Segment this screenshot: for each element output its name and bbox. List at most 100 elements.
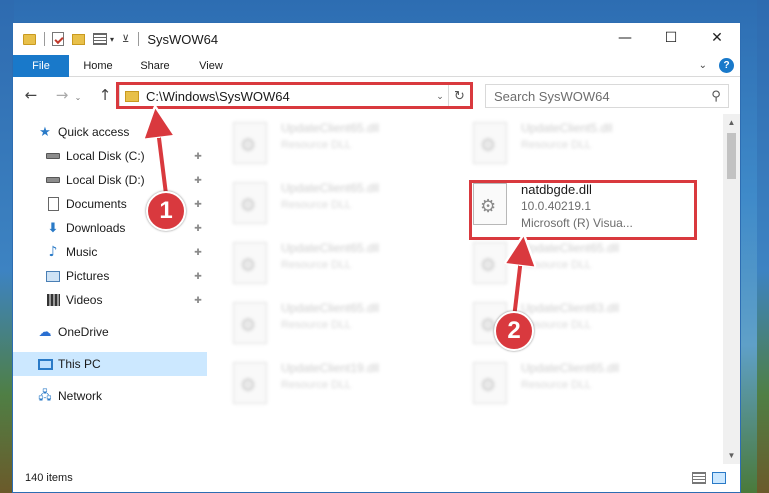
maximize-button[interactable]: ☐: [648, 23, 694, 53]
refresh-button[interactable]: ↻: [448, 85, 470, 107]
folder-icon: [125, 90, 139, 102]
properties-icon[interactable]: [52, 32, 64, 46]
file-name: UpdateClient65.dll: [281, 121, 380, 135]
file-type: Resource DLL: [281, 319, 352, 331]
desktop-background-right: [757, 0, 769, 493]
file-company: Microsoft (R) Visua...: [521, 216, 633, 230]
file-name: UpdateClient65.dll: [521, 361, 620, 375]
window-title: SysWOW64: [147, 31, 219, 47]
scroll-down-icon[interactable]: ▼: [723, 447, 740, 464]
file-type: Resource DLL: [281, 139, 352, 151]
file-type: Resource DLL: [521, 319, 592, 331]
file-item[interactable]: ⚙ UpdateClient65.dll Resource DLL: [473, 356, 703, 414]
sidebar-item-music[interactable]: ♪ Music ✚: [13, 240, 207, 264]
chevron-down-icon[interactable]: ▾: [110, 35, 114, 44]
details-view-icon[interactable]: [692, 472, 706, 484]
file-name: UpdateClient65.dll: [281, 241, 380, 255]
pin-icon[interactable]: ✚: [193, 199, 203, 210]
quick-access-toolbar: ▾ ⊻: [23, 32, 147, 46]
file-type: Resource DLL: [521, 139, 592, 151]
sidebar-item-videos[interactable]: Videos ✚: [13, 288, 207, 312]
document-icon: [45, 197, 61, 211]
address-history-dropdown[interactable]: ⌄: [432, 91, 448, 102]
close-button[interactable]: ✕: [694, 23, 740, 53]
sidebar-item-label: Local Disk (D:): [66, 173, 145, 187]
tiles-view-icon[interactable]: [712, 472, 726, 484]
file-item-natdbgde[interactable]: ⚙ natdbgde.dll 10.0.40219.1 Microsoft (R…: [473, 177, 703, 235]
item-count: 140 items: [25, 472, 73, 484]
scroll-up-icon[interactable]: ▲: [723, 114, 740, 131]
dll-file-icon: ⚙: [473, 183, 507, 225]
video-icon: [45, 293, 61, 307]
disk-icon: [45, 173, 61, 187]
address-path[interactable]: C:\Windows\SysWOW64: [146, 89, 432, 104]
pin-icon[interactable]: ✚: [193, 223, 203, 234]
pin-icon[interactable]: ✚: [193, 175, 203, 186]
sidebar-item-label: Quick access: [58, 125, 130, 139]
music-icon: ♪: [48, 244, 58, 260]
tab-home[interactable]: Home: [69, 55, 127, 77]
up-button[interactable]: ↑: [97, 86, 113, 104]
file-type: Resource DLL: [521, 259, 592, 271]
file-item[interactable]: ⚙ UpdateClient19.dll Resource DLL: [233, 356, 463, 414]
minimize-button[interactable]: —: [602, 23, 648, 53]
sidebar-item-network[interactable]: 🖧 Network: [13, 384, 207, 408]
dll-file-icon: ⚙: [473, 362, 507, 404]
pin-icon[interactable]: ✚: [193, 271, 203, 282]
ribbon-controls: ⌄ ?: [699, 58, 734, 73]
sidebar-item-local-disk-d[interactable]: Local Disk (D:) ✚: [13, 168, 207, 192]
file-item[interactable]: ⚙ UpdateClient5.dll Resource DLL: [473, 116, 703, 174]
file-name: UpdateClient65.dll: [521, 241, 620, 255]
forward-button[interactable]: →: [54, 86, 70, 104]
tab-file[interactable]: File: [13, 55, 69, 77]
file-item[interactable]: ⚙ UpdateClient65.dll Resource DLL: [233, 236, 463, 294]
sidebar-item-onedrive[interactable]: ☁ OneDrive: [13, 320, 207, 344]
search-placeholder[interactable]: Search SysWOW64: [494, 89, 704, 104]
tab-view[interactable]: View: [183, 55, 239, 77]
search-input[interactable]: Search SysWOW64 ⚲: [485, 84, 729, 108]
tab-share[interactable]: Share: [127, 55, 183, 77]
sidebar-item-pictures[interactable]: Pictures ✚: [13, 264, 207, 288]
dll-file-icon: ⚙: [233, 362, 267, 404]
dll-file-icon: ⚙: [473, 122, 507, 164]
file-type: Resource DLL: [281, 199, 352, 211]
window-controls: — ☐ ✕: [602, 23, 740, 53]
file-item[interactable]: ⚙ UpdateClient65.dll Resource DLL: [233, 116, 463, 174]
ribbon-tabs: File Home Share View ⌄ ?: [13, 55, 740, 77]
sidebar-item-this-pc[interactable]: This PC: [13, 352, 207, 376]
file-list: ⚙ UpdateClient65.dll Resource DLL ⚙ Upda…: [207, 114, 740, 464]
toolbar-divider: [44, 32, 45, 46]
view-switcher: [692, 472, 726, 484]
help-icon[interactable]: ?: [719, 58, 734, 73]
search-icon[interactable]: ⚲: [704, 89, 728, 104]
file-name: UpdateClient5.dll: [521, 121, 613, 135]
sidebar-item-local-disk-c[interactable]: Local Disk (C:) ✚: [13, 144, 207, 168]
back-button[interactable]: ←: [23, 86, 39, 104]
recent-locations-button[interactable]: ⌄: [73, 89, 83, 105]
pin-icon[interactable]: ✚: [193, 151, 203, 162]
pin-icon[interactable]: ✚: [193, 295, 203, 306]
status-bar: 140 items: [13, 464, 740, 492]
file-version: 10.0.40219.1: [521, 199, 592, 213]
view-mode-icon[interactable]: [93, 33, 107, 45]
dll-file-icon: ⚙: [233, 182, 267, 224]
folder-icon: [23, 33, 36, 45]
pin-icon[interactable]: ✚: [193, 247, 203, 258]
file-item[interactable]: ⚙ UpdateClient65.dll Resource DLL: [233, 296, 463, 354]
sidebar-item-quick-access[interactable]: ★ Quick access: [13, 120, 207, 144]
scrollbar-thumb[interactable]: [727, 133, 736, 179]
vertical-scrollbar[interactable]: ▲ ▼: [723, 114, 740, 464]
sidebar-item-label: Videos: [66, 293, 103, 307]
file-type: Resource DLL: [281, 259, 352, 271]
file-type: Resource DLL: [281, 379, 352, 391]
file-item[interactable]: ⚙ UpdateClient65.dll Resource DLL: [473, 236, 703, 294]
file-item[interactable]: ⚙ UpdateClient65.dll Resource DLL: [233, 176, 463, 234]
new-folder-icon[interactable]: [72, 33, 85, 45]
customize-toolbar-icon[interactable]: ⊻: [122, 34, 129, 45]
download-icon: ⬇: [47, 220, 59, 236]
network-icon: 🖧: [38, 387, 52, 402]
expand-ribbon-icon[interactable]: ⌄: [699, 60, 707, 71]
address-bar[interactable]: C:\Windows\SysWOW64 ⌄ ↻: [119, 84, 471, 108]
sidebar-item-label: Pictures: [66, 269, 110, 283]
computer-icon: [37, 357, 53, 371]
